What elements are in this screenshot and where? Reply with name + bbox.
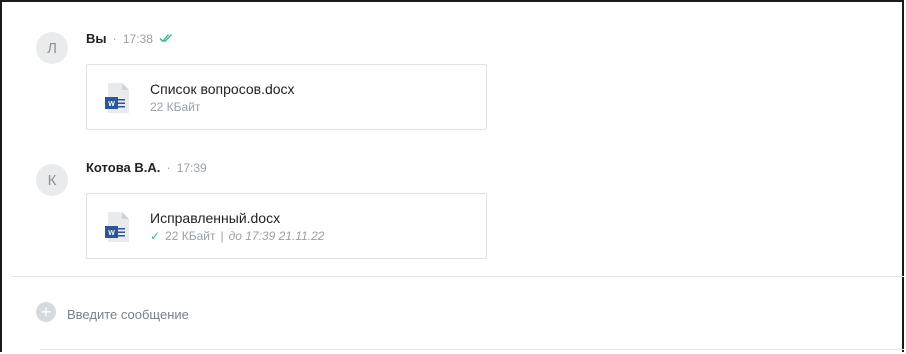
meta-separator: | [220, 229, 224, 243]
chat-window [0, 0, 904, 352]
file-name[interactable]: Список вопросов.docx [150, 81, 295, 97]
plus-icon: + [40, 302, 52, 322]
file-name[interactable]: Исправленный.docx [150, 210, 280, 226]
file-meta: 22 КБайт [150, 100, 200, 114]
svg-text:W: W [108, 101, 115, 108]
avatar-letter: Л [47, 39, 57, 57]
avatar[interactable]: Л [36, 32, 68, 64]
check-icon: ✓ [150, 229, 161, 243]
message-input[interactable] [67, 305, 847, 323]
composer-underline [40, 349, 904, 350]
word-document-icon: W [105, 211, 131, 243]
avatar-letter: К [47, 171, 57, 189]
message-time: 17:39 [176, 160, 207, 175]
separator-dot: · [112, 31, 117, 46]
file-size: 22 КБайт [165, 229, 216, 243]
author-name[interactable]: Котова В.А. [86, 160, 160, 175]
file-attachment[interactable]: W Список вопросов.docx 22 КБайт [86, 64, 487, 130]
author-name[interactable]: Вы [86, 31, 107, 46]
composer-divider [12, 276, 904, 277]
avatar[interactable]: К [36, 164, 68, 196]
message-header: Котова В.А. · 17:39 [86, 160, 207, 175]
file-meta: ✓ 22 КБайт | до 17:39 21.11.22 [150, 229, 324, 243]
word-document-icon: W [105, 82, 131, 114]
add-attachment-button[interactable]: + [36, 302, 56, 322]
message-header: Вы · 17:38 [86, 31, 173, 46]
separator-dot: · [166, 160, 171, 175]
file-expiry: до 17:39 21.11.22 [228, 229, 325, 243]
file-attachment[interactable]: W Исправленный.docx ✓ 22 КБайт | до 17:3… [86, 193, 487, 259]
double-check-icon [159, 31, 173, 46]
message-time: 17:38 [122, 31, 153, 46]
svg-text:W: W [108, 230, 115, 237]
file-size: 22 КБайт [150, 100, 201, 114]
